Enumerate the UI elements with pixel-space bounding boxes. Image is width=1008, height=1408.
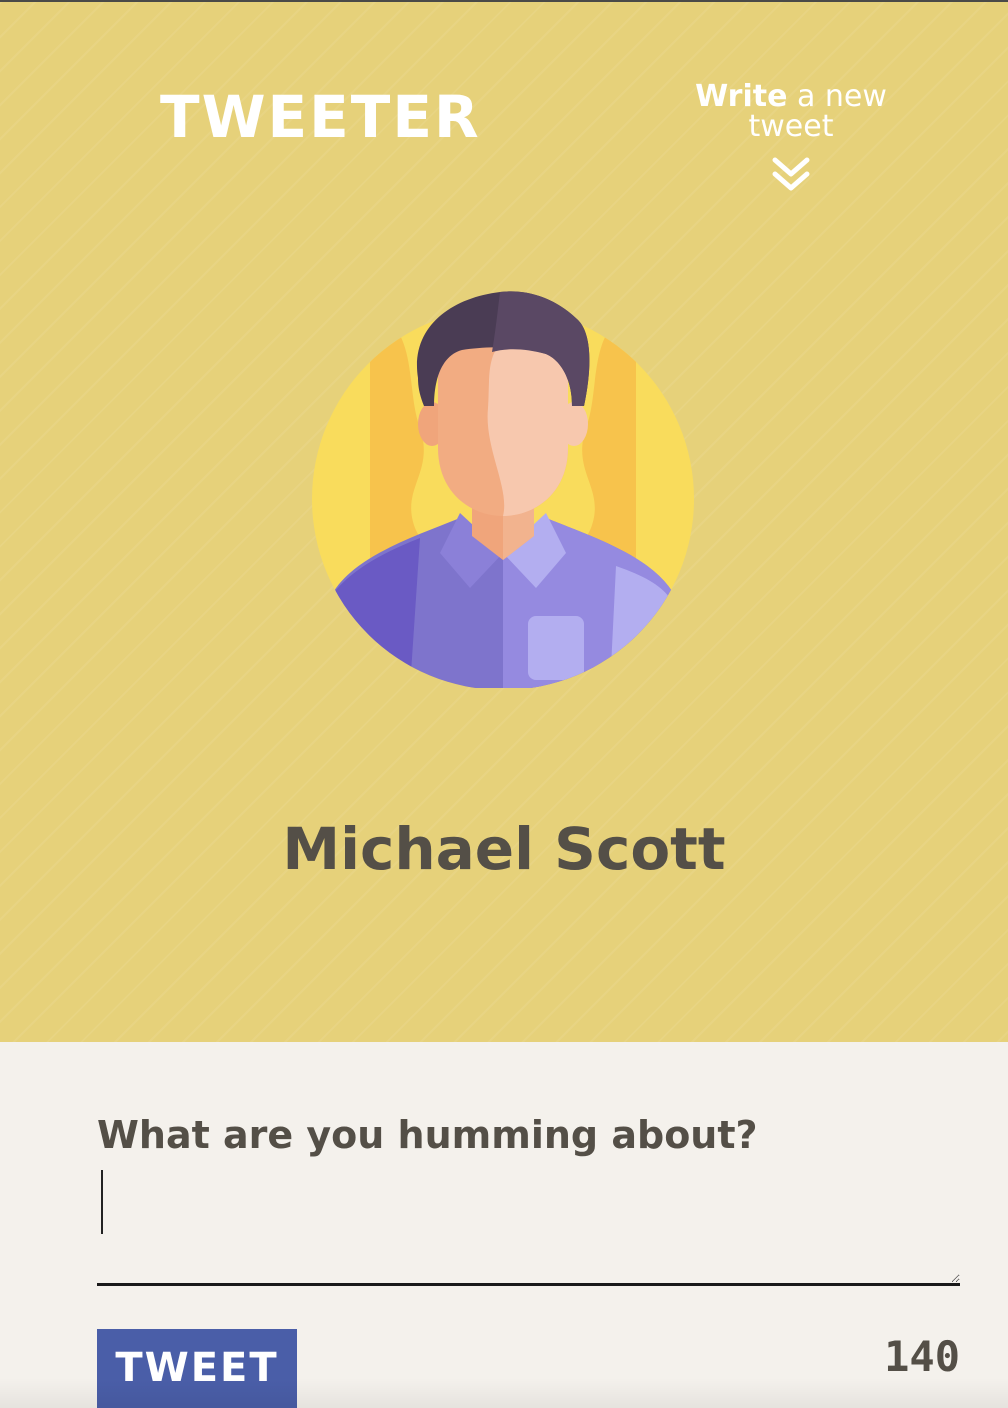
brand-logo[interactable]: TWEETER xyxy=(160,88,481,146)
profile-hero: TWEETER Write a new tweet Michael Scott xyxy=(0,2,1008,1042)
char-counter: 140 xyxy=(884,1332,960,1381)
composer-label: What are you humming about? xyxy=(97,1113,758,1157)
profile-name: Michael Scott xyxy=(282,815,726,883)
tweet-textarea[interactable] xyxy=(97,1166,960,1286)
tweet-button[interactable]: TWEET xyxy=(97,1329,297,1408)
write-new-tweet-link[interactable]: Write a new tweet xyxy=(654,82,928,194)
text-caret xyxy=(101,1170,103,1234)
user-avatar xyxy=(312,291,694,688)
double-chevron-down-icon xyxy=(772,157,810,191)
